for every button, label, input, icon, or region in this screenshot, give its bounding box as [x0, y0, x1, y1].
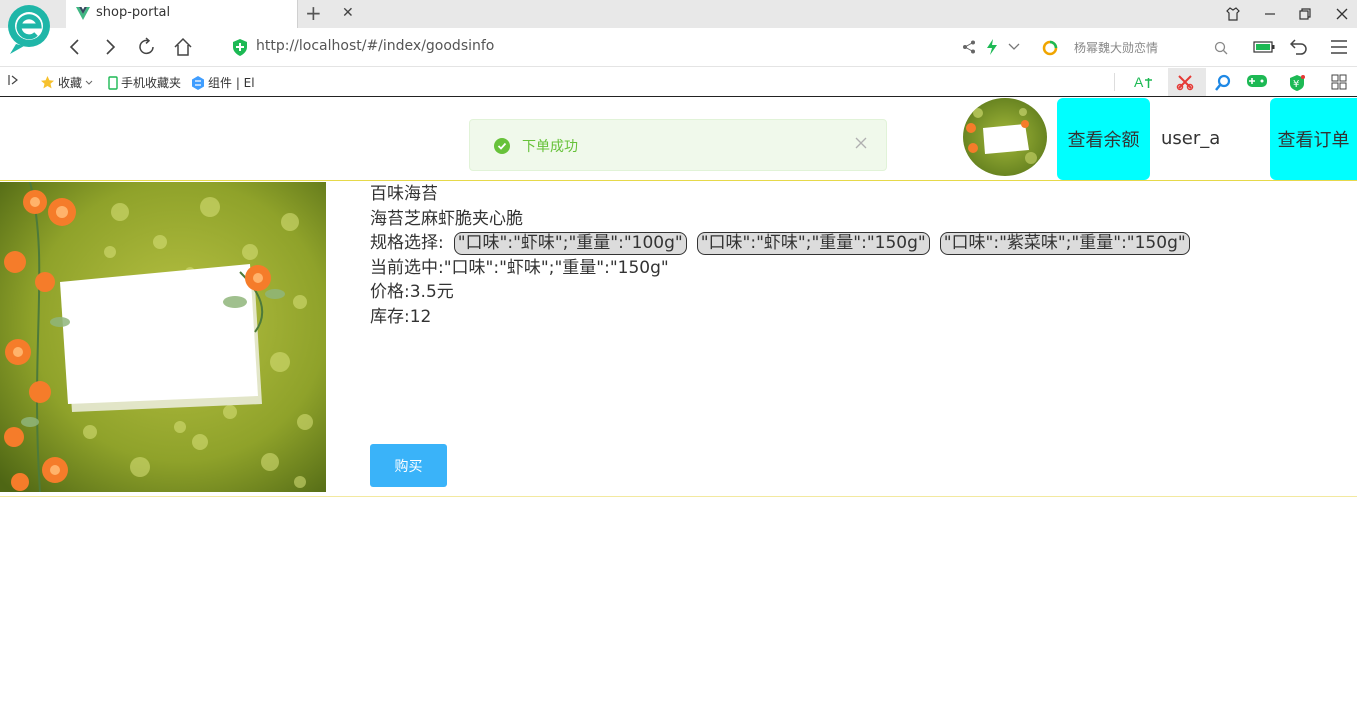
avatar[interactable]	[963, 98, 1047, 176]
spec-option[interactable]: "口味":"虾味";"重量":"150g"	[696, 231, 930, 255]
search-input[interactable]: 杨幂魏大勋恋情	[1074, 39, 1158, 56]
apps-grid-icon[interactable]	[1331, 74, 1347, 90]
browser-tabbar: shop-portal ✕ +	[0, 0, 1357, 54]
restore-icon[interactable]	[1294, 4, 1316, 24]
refresh-icon[interactable]	[136, 36, 158, 58]
magnifier-icon[interactable]	[1214, 74, 1232, 92]
view-balance-button[interactable]: 查看余额	[1057, 98, 1150, 180]
goods-name: 百味海苔	[370, 184, 438, 204]
gamepad-icon[interactable]	[1246, 74, 1268, 88]
username[interactable]: user_a	[1161, 128, 1220, 149]
bookmark-label: 组件 | El	[208, 76, 255, 90]
svg-text:A: A	[1134, 74, 1144, 90]
bookmark-label: 手机收藏夹	[121, 76, 182, 90]
tab-close-icon[interactable]: ✕	[342, 5, 354, 21]
bookmark-mobile[interactable]: 手机收藏夹	[108, 74, 181, 91]
close-icon[interactable]	[854, 135, 868, 154]
share-icon[interactable]	[958, 36, 980, 58]
spec-label: 规格选择:	[370, 233, 444, 254]
goods-info: 百味海苔 海苔芝麻虾脆夹心脆 规格选择: "口味":"虾味";"重量":"100…	[0, 182, 1357, 497]
shirt-skin-icon[interactable]	[1222, 4, 1244, 24]
goods-details: 百味海苔 海苔芝麻虾脆夹心脆 规格选择: "口味":"虾味";"重量":"100…	[370, 182, 1190, 330]
divider	[1114, 73, 1115, 91]
page: 下单成功 查看余额 user_a 查看订单 百味海苔 海苔芝麻虾脆夹心脆 规格选…	[0, 98, 1357, 727]
goods-description: 海苔芝麻虾脆夹心脆	[370, 208, 523, 229]
window-close-icon[interactable]	[1331, 4, 1353, 24]
success-toast: 下单成功	[469, 119, 887, 171]
spec-option[interactable]: "口味":"虾味";"重量":"100g"	[453, 231, 687, 255]
browser-tab[interactable]: shop-portal ✕	[66, 0, 354, 28]
element-ui-icon	[192, 75, 204, 90]
view-orders-button[interactable]: 查看订单	[1270, 98, 1357, 180]
undo-icon[interactable]	[1288, 36, 1310, 58]
search-engine-icon	[1042, 40, 1058, 56]
bookmarks-bar: 收藏 手机收藏夹 组件 | El A ¥	[0, 67, 1357, 97]
success-check-icon	[494, 138, 510, 154]
star-icon	[41, 76, 54, 89]
secure-shield-icon[interactable]	[232, 39, 248, 56]
minimize-icon[interactable]	[1259, 4, 1281, 24]
spec-selector: 规格选择: "口味":"虾味";"重量":"100g" "口味":"虾味";"重…	[370, 231, 1190, 256]
translate-icon[interactable]: A	[1134, 74, 1154, 90]
selected-spec: 当前选中:"口味":"虾味";"重量":"150g"	[370, 257, 669, 278]
forward-icon[interactable]	[99, 36, 121, 58]
search-box[interactable]: 杨幂魏大勋恋情	[1042, 36, 1232, 60]
lightning-icon[interactable]	[981, 36, 1003, 58]
sidebar-toggle-icon[interactable]	[8, 74, 20, 86]
chevron-down-icon[interactable]	[1003, 36, 1025, 58]
back-icon[interactable]	[64, 36, 86, 58]
spec-option[interactable]: "口味":"紫菜味";"重量":"150g"	[939, 231, 1190, 255]
battery-icon[interactable]	[1253, 36, 1275, 58]
bookmark-favorites[interactable]: 收藏	[40, 74, 93, 91]
browser-logo-icon	[8, 5, 50, 54]
new-tab-icon[interactable]: +	[305, 2, 322, 24]
yuan-coupon-icon[interactable]: ¥	[1288, 74, 1306, 92]
vue-favicon-icon	[76, 7, 90, 20]
search-icon[interactable]	[1214, 41, 1228, 55]
scissors-icon[interactable]	[1168, 68, 1206, 96]
buy-button[interactable]: 购买	[370, 444, 447, 487]
goods-price: 价格:3.5元	[370, 282, 454, 303]
goods-stock: 库存:12	[370, 306, 432, 327]
svg-text:¥: ¥	[1293, 79, 1299, 90]
bookmark-element[interactable]: 组件 | El	[191, 74, 255, 91]
home-icon[interactable]	[172, 36, 194, 58]
address-bar: http://localhost/#/index/goodsinfo 杨幂魏大勋…	[0, 28, 1357, 67]
goods-image	[0, 182, 326, 492]
bookmark-label: 收藏	[58, 76, 83, 90]
phone-icon	[108, 75, 118, 90]
site-header: 下单成功 查看余额 user_a 查看订单	[0, 98, 1357, 181]
menu-icon[interactable]	[1328, 36, 1350, 58]
chevron-down-icon	[85, 80, 93, 85]
url-text[interactable]: http://localhost/#/index/goodsinfo	[256, 38, 494, 54]
toast-message: 下单成功	[522, 139, 578, 155]
tab-title: shop-portal	[96, 5, 171, 20]
